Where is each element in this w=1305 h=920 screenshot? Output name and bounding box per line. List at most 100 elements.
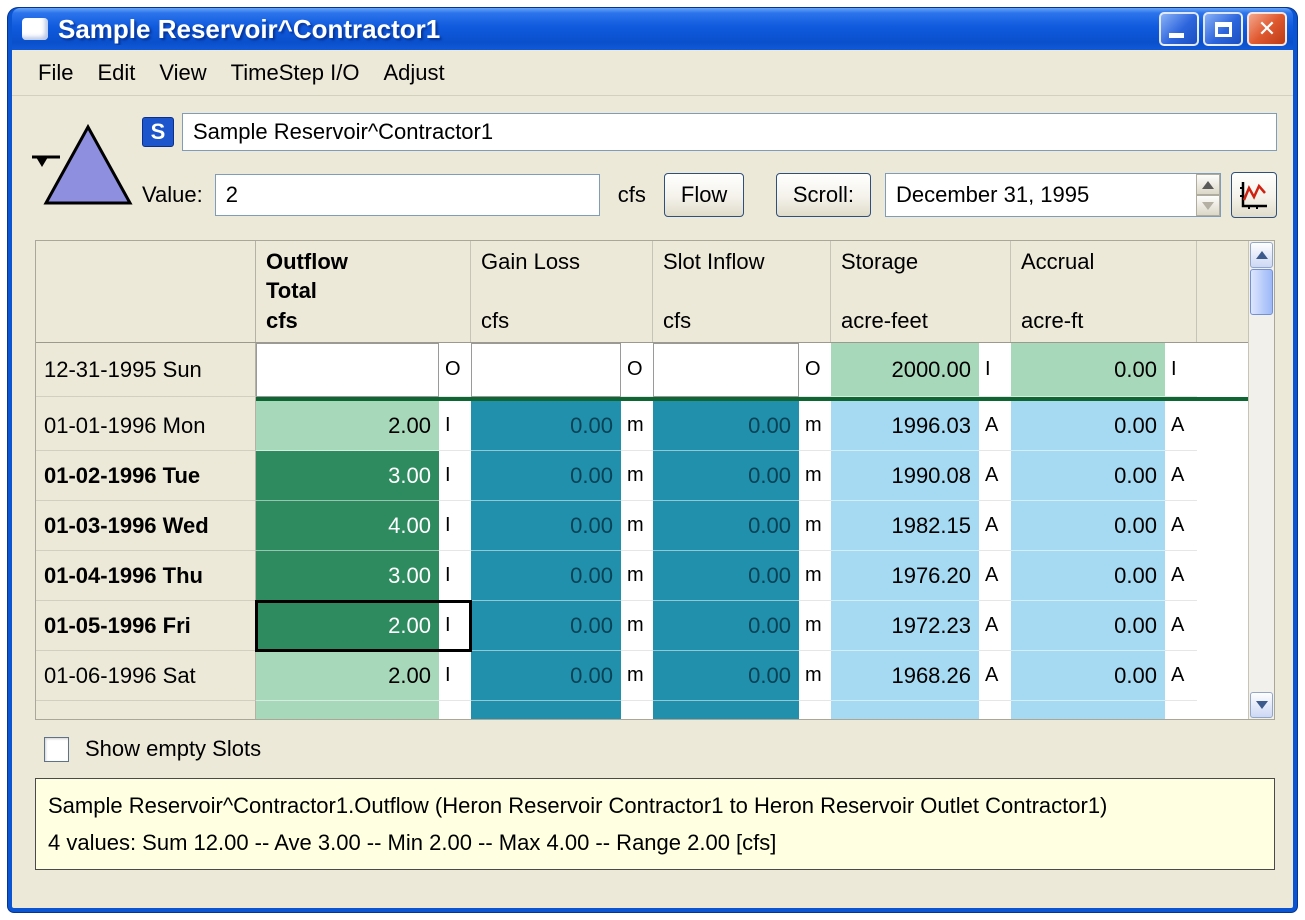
menu-item-edit[interactable]: Edit xyxy=(85,60,147,86)
scrollbar-up-button[interactable] xyxy=(1250,242,1273,268)
cell-value[interactable]: 0.00 xyxy=(653,501,799,551)
cell-accrual[interactable]: 0.00A xyxy=(1011,401,1197,451)
menu-item-timestep-io[interactable]: TimeStep I/O xyxy=(219,60,372,86)
cell-value[interactable]: 1976.20 xyxy=(831,551,979,601)
cell-value[interactable]: 0.00 xyxy=(653,651,799,701)
cell-value[interactable]: 1968.26 xyxy=(831,651,979,701)
scrollbar-track[interactable] xyxy=(1249,315,1274,691)
cell-value[interactable]: 0.00 xyxy=(1011,451,1165,501)
cell-value[interactable]: 1996.03 xyxy=(831,401,979,451)
cell-gain_loss[interactable] xyxy=(471,701,653,719)
flow-button[interactable]: Flow xyxy=(664,173,744,217)
cell-value[interactable]: 0.00 xyxy=(471,501,621,551)
cell-gain_loss[interactable]: 0.00m xyxy=(471,501,653,551)
spinner-up-button[interactable] xyxy=(1196,174,1220,195)
cell-outflow[interactable]: 3.00I xyxy=(256,451,471,501)
cell-value[interactable] xyxy=(256,343,439,397)
cell-gain_loss[interactable]: 0.00m xyxy=(471,451,653,501)
cell-value[interactable]: 3.00 xyxy=(256,451,439,501)
cell-accrual[interactable]: 0.00A xyxy=(1011,551,1197,601)
cell-gain_loss[interactable]: 0.00m xyxy=(471,551,653,601)
cell-value[interactable]: 2000.00 xyxy=(831,343,979,397)
cell-slot_inflow[interactable]: 0.00m xyxy=(653,401,831,451)
cell-outflow[interactable]: 2.00I xyxy=(256,651,471,701)
row-label[interactable]: 12-31-1995 Sun xyxy=(36,343,256,397)
menu-item-adjust[interactable]: Adjust xyxy=(371,60,456,86)
cell-accrual[interactable] xyxy=(1011,701,1197,719)
close-button[interactable] xyxy=(1247,12,1287,46)
cell-storage[interactable]: 2000.00I xyxy=(831,343,1011,397)
row-label[interactable]: 01-03-1996 Wed xyxy=(36,501,256,551)
cell-slot_inflow[interactable]: 0.00m xyxy=(653,451,831,501)
cell-value[interactable]: 0.00 xyxy=(471,401,621,451)
value-input[interactable] xyxy=(215,174,600,216)
plot-button[interactable] xyxy=(1231,172,1277,218)
menu-item-view[interactable]: View xyxy=(147,60,218,86)
cell-gain_loss[interactable]: 0.00m xyxy=(471,401,653,451)
cell-value[interactable]: 2.00 xyxy=(256,601,439,651)
cell-value[interactable]: 0.00 xyxy=(653,451,799,501)
cell-outflow[interactable]: 3.00I xyxy=(256,551,471,601)
column-header-slot-inflow[interactable]: Slot Inflow cfs xyxy=(653,241,831,342)
cell-outflow[interactable]: 4.00I xyxy=(256,501,471,551)
cell-gain_loss[interactable]: 0.00m xyxy=(471,601,653,651)
minimize-button[interactable] xyxy=(1159,12,1199,46)
spinner-down-button[interactable] xyxy=(1196,195,1220,216)
cell-value[interactable]: 1990.08 xyxy=(831,451,979,501)
cell-value[interactable] xyxy=(471,343,621,397)
row-label[interactable]: 01-01-1996 Mon xyxy=(36,401,256,451)
column-header-accrual[interactable]: Accrual acre-ft xyxy=(1011,241,1197,342)
cell-gain_loss[interactable]: 0.00m xyxy=(471,651,653,701)
cell-value[interactable]: 0.00 xyxy=(1011,651,1165,701)
cell-value[interactable]: 3.00 xyxy=(256,551,439,601)
cell-value[interactable]: 0.00 xyxy=(653,401,799,451)
cell-value[interactable]: 0.00 xyxy=(471,451,621,501)
cell-outflow[interactable] xyxy=(256,701,471,719)
cell-value[interactable]: 0.00 xyxy=(1011,501,1165,551)
column-header-outflow[interactable]: Outflow Total cfs xyxy=(256,241,471,342)
cell-value[interactable]: 0.00 xyxy=(1011,601,1165,651)
row-label[interactable]: 01-05-1996 Fri xyxy=(36,601,256,651)
cell-slot_inflow[interactable]: 0.00m xyxy=(653,651,831,701)
cell-accrual[interactable]: 0.00A xyxy=(1011,451,1197,501)
cell-slot_inflow[interactable]: 0.00m xyxy=(653,501,831,551)
scroll-button[interactable]: Scroll: xyxy=(776,173,871,217)
date-input[interactable] xyxy=(886,182,1196,208)
cell-gain_loss[interactable]: O xyxy=(471,343,653,397)
cell-value[interactable]: 0.00 xyxy=(653,601,799,651)
maximize-button[interactable] xyxy=(1203,12,1243,46)
row-label[interactable]: 01-06-1996 Sat xyxy=(36,651,256,701)
window-icon[interactable] xyxy=(22,18,48,40)
cell-slot_inflow[interactable]: O xyxy=(653,343,831,397)
cell-storage[interactable]: 1972.23A xyxy=(831,601,1011,651)
cell-value[interactable]: 2.00 xyxy=(256,401,439,451)
column-header-gain-loss[interactable]: Gain Loss cfs xyxy=(471,241,653,342)
row-label[interactable]: 01-02-1996 Tue xyxy=(36,451,256,501)
cell-outflow[interactable]: O xyxy=(256,343,471,397)
cell-outflow[interactable]: 2.00I xyxy=(256,401,471,451)
cell-storage[interactable]: 1990.08A xyxy=(831,451,1011,501)
cell-storage[interactable] xyxy=(831,701,1011,719)
cell-accrual[interactable]: 0.00A xyxy=(1011,501,1197,551)
cell-value[interactable]: 0.00 xyxy=(1011,401,1165,451)
cell-slot_inflow[interactable] xyxy=(653,701,831,719)
cell-value[interactable]: 2.00 xyxy=(256,651,439,701)
cell-storage[interactable]: 1968.26A xyxy=(831,651,1011,701)
cell-value[interactable]: 0.00 xyxy=(1011,551,1165,601)
cell-value[interactable]: 0.00 xyxy=(653,551,799,601)
show-empty-slots-checkbox[interactable] xyxy=(44,737,69,762)
cell-value[interactable]: 0.00 xyxy=(1011,343,1165,397)
cell-value[interactable]: 1972.23 xyxy=(831,601,979,651)
cell-value[interactable]: 0.00 xyxy=(471,601,621,651)
scrollbar-thumb[interactable] xyxy=(1250,269,1273,315)
cell-outflow[interactable]: 2.00I xyxy=(256,601,471,651)
row-label[interactable]: 01-04-1996 Thu xyxy=(36,551,256,601)
cell-accrual[interactable]: 0.00I xyxy=(1011,343,1197,397)
cell-accrual[interactable]: 0.00A xyxy=(1011,651,1197,701)
column-header-storage[interactable]: Storage acre-feet xyxy=(831,241,1011,342)
cell-value[interactable]: 0.00 xyxy=(471,651,621,701)
cell-slot_inflow[interactable]: 0.00m xyxy=(653,551,831,601)
cell-slot_inflow[interactable]: 0.00m xyxy=(653,601,831,651)
row-label[interactable] xyxy=(36,701,256,719)
cell-value[interactable]: 4.00 xyxy=(256,501,439,551)
